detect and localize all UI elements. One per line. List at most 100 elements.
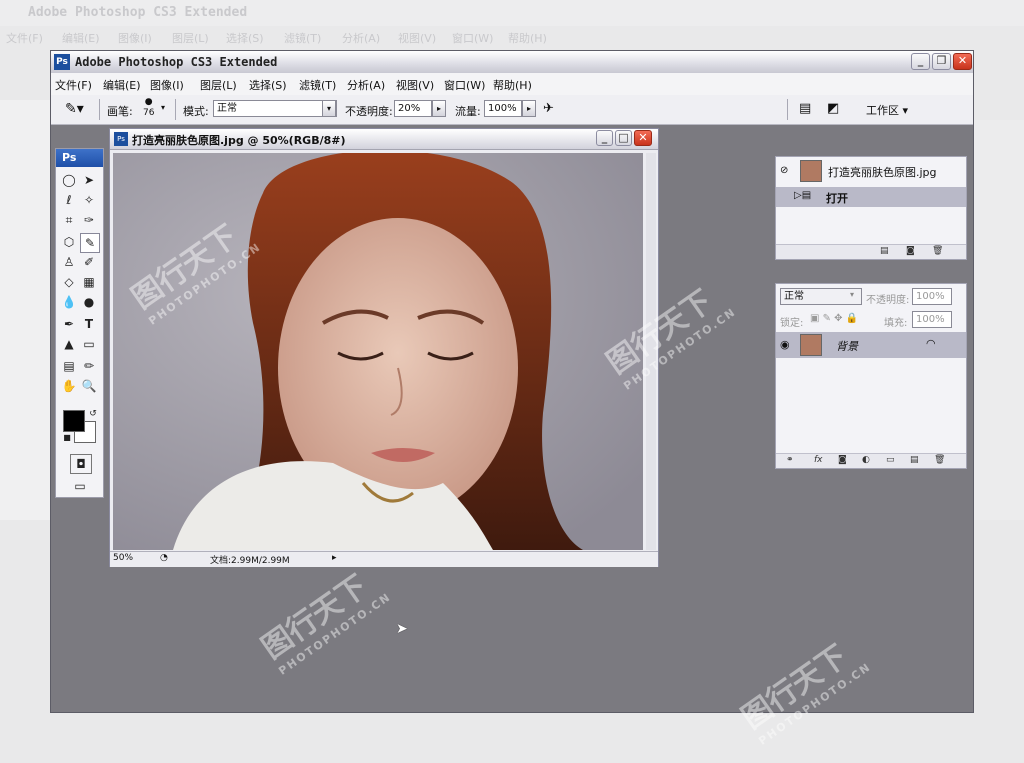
crop-tool-icon[interactable]: ⌗ [60,211,78,229]
quick-mask-icon[interactable]: ◘ [70,454,92,474]
bridge-icon[interactable]: ◩ [827,101,839,116]
minimize-button[interactable]: _ [911,53,930,70]
document-titlebar: Ps 打造亮丽肤色原图.jpg @ 50%(RGB/8#) _ □ ✕ [110,129,658,150]
magic-wand-tool-icon[interactable]: ✧ [80,191,98,209]
document-title: 打造亮丽肤色原图.jpg @ 50%(RGB/8#) [132,134,346,147]
mode-select[interactable]: 正常 [213,100,337,117]
delete-layer-icon[interactable]: 🗑 [934,455,945,465]
menu-help[interactable]: 帮助(H) [493,77,532,93]
document-canvas[interactable] [113,153,643,550]
airbrush-icon[interactable]: ✈ [543,101,554,116]
healing-brush-tool-icon[interactable]: ⬡ [60,233,78,251]
new-document-from-state-icon[interactable]: ▤ [880,246,889,256]
document-window: Ps 打造亮丽肤色原图.jpg @ 50%(RGB/8#) _ □ ✕ 50% … [109,128,659,567]
hand-tool-icon[interactable]: ✋ [60,377,78,395]
document-icon: Ps [114,132,128,146]
document-size: 文档:2.99M/2.99M [210,556,290,566]
brush-label: 画笔: [107,105,133,118]
default-colors-icon[interactable]: ■ [58,429,76,447]
portrait-photo [113,153,643,550]
history-state-icon: ▷▤ [794,190,812,201]
history-state-row[interactable]: ▷▤ 打开 [776,187,966,207]
background-app-title: Adobe Photoshop CS3 Extended [28,5,248,20]
zoom-level[interactable]: 50% [113,553,133,563]
lasso-tool-icon[interactable]: ℓ [60,191,78,209]
restore-button[interactable]: ❐ [932,53,951,70]
layer-style-icon[interactable]: fx [814,455,823,465]
opacity-input[interactable]: 20% [394,100,432,117]
snapshot-label: 打造亮丽肤色原图.jpg [828,166,937,179]
menu-analysis[interactable]: 分析(A) [347,77,385,93]
mode-dropdown-arrow-icon[interactable]: ▾ [322,100,336,117]
add-mask-icon[interactable]: ◙ [838,455,847,465]
flow-slider-arrow-icon[interactable]: ▸ [522,100,536,117]
type-tool-icon[interactable]: T [80,315,98,333]
layer-visibility-eye-icon[interactable]: ◉ [780,338,790,351]
photoshop-window: Ps Adobe Photoshop CS3 Extended _ ❐ ✕ 文件… [50,50,974,748]
menu-file[interactable]: 文件(F) [55,77,92,93]
history-snapshot-row[interactable]: ⊘ 打造亮丽肤色原图.jpg [776,159,966,183]
workspace-button[interactable]: 工作区 ▾ [866,102,908,118]
flow-input[interactable]: 100% [484,100,522,117]
zoom-tool-icon[interactable]: 🔍 [80,377,98,395]
brush-picker-arrow-icon[interactable]: ▾ [161,103,165,112]
history-panel: ⊘ 打造亮丽肤色原图.jpg ▷▤ 打开 ▤ ◙ 🗑 [775,156,967,260]
new-snapshot-icon[interactable]: ◙ [906,246,915,256]
new-layer-icon[interactable]: ▤ [910,455,919,465]
slice-tool-icon[interactable]: ✑ [80,211,98,229]
gradient-tool-icon[interactable]: ▦ [80,273,98,291]
background-menu-item: 文件(F) [6,32,43,45]
blend-mode-arrow-icon[interactable]: ▾ [850,290,854,299]
lock-icons[interactable]: ▣ ✎ ✥ 🔒 [810,313,858,324]
menu-window[interactable]: 窗口(W) [444,77,485,93]
menu-select[interactable]: 选择(S) [249,77,287,93]
snapshot-thumbnail [800,160,822,182]
opacity-slider-arrow-icon[interactable]: ▸ [432,100,446,117]
history-state-label: 打开 [826,192,848,205]
layer-opacity-input[interactable]: 100% [912,288,952,305]
swap-colors-icon[interactable]: ↺ [84,405,102,423]
palette-well-icon[interactable]: ▤ [799,101,811,116]
status-menu-arrow-icon[interactable]: ▸ [332,553,337,563]
move-tool-icon[interactable]: ➤ [80,171,98,189]
background-app-titlebar: Adobe Photoshop CS3 Extended [0,0,1024,26]
status-info-icon[interactable]: ◔ [160,553,168,563]
clone-stamp-tool-icon[interactable]: ♙ [60,253,78,271]
mouse-cursor-icon: ➤ [396,621,408,637]
fill-label: 填充: [884,318,908,329]
flow-label: 流量: [455,105,481,118]
layer-row-background[interactable]: ◉ 背景 ◠ [776,332,966,358]
brush-tool-icon[interactable]: ✎▾ [65,101,84,117]
pen-tool-icon[interactable]: ✒ [60,315,78,333]
notes-tool-icon[interactable]: ▤ [60,357,78,375]
menu-edit[interactable]: 编辑(E) [103,77,141,93]
history-brush-source-icon[interactable]: ⊘ [780,165,788,176]
close-button[interactable]: ✕ [953,53,972,70]
document-close-button[interactable]: ✕ [634,130,652,146]
link-layers-icon[interactable]: ⚭ [786,455,794,465]
marquee-tool-icon[interactable]: ◯ [60,171,78,189]
screen-mode-icon[interactable]: ▭ [70,477,90,495]
divider [175,99,176,120]
menu-image[interactable]: 图像(I) [150,77,184,93]
blur-tool-icon[interactable]: 💧 [60,293,78,311]
path-selection-tool-icon[interactable]: ▲ [60,335,78,353]
menu-layer[interactable]: 图层(L) [200,77,237,93]
delete-state-icon[interactable]: 🗑 [932,246,943,256]
shape-tool-icon[interactable]: ▭ [80,335,98,353]
brush-tool-icon[interactable]: ✎ [80,233,100,253]
eraser-tool-icon[interactable]: ◇ [60,273,78,291]
menu-filter[interactable]: 滤镜(T) [299,77,336,93]
adjustment-layer-icon[interactable]: ◐ [862,455,870,465]
brush-preset-picker[interactable]: ● 76 [143,97,154,119]
fill-input[interactable]: 100% [912,311,952,328]
dodge-tool-icon[interactable]: ● [80,293,98,311]
photoshop-app-icon: Ps [54,54,70,70]
new-group-icon[interactable]: ▭ [886,455,895,465]
document-maximize-button[interactable]: □ [615,130,632,146]
history-brush-tool-icon[interactable]: ✐ [80,253,98,271]
menu-view[interactable]: 视图(V) [396,77,434,93]
watermark: 图行天下 PHOTOPHOTO.CN [251,554,394,678]
document-minimize-button[interactable]: _ [596,130,613,146]
eyedropper-tool-icon[interactable]: ✏ [80,357,98,375]
